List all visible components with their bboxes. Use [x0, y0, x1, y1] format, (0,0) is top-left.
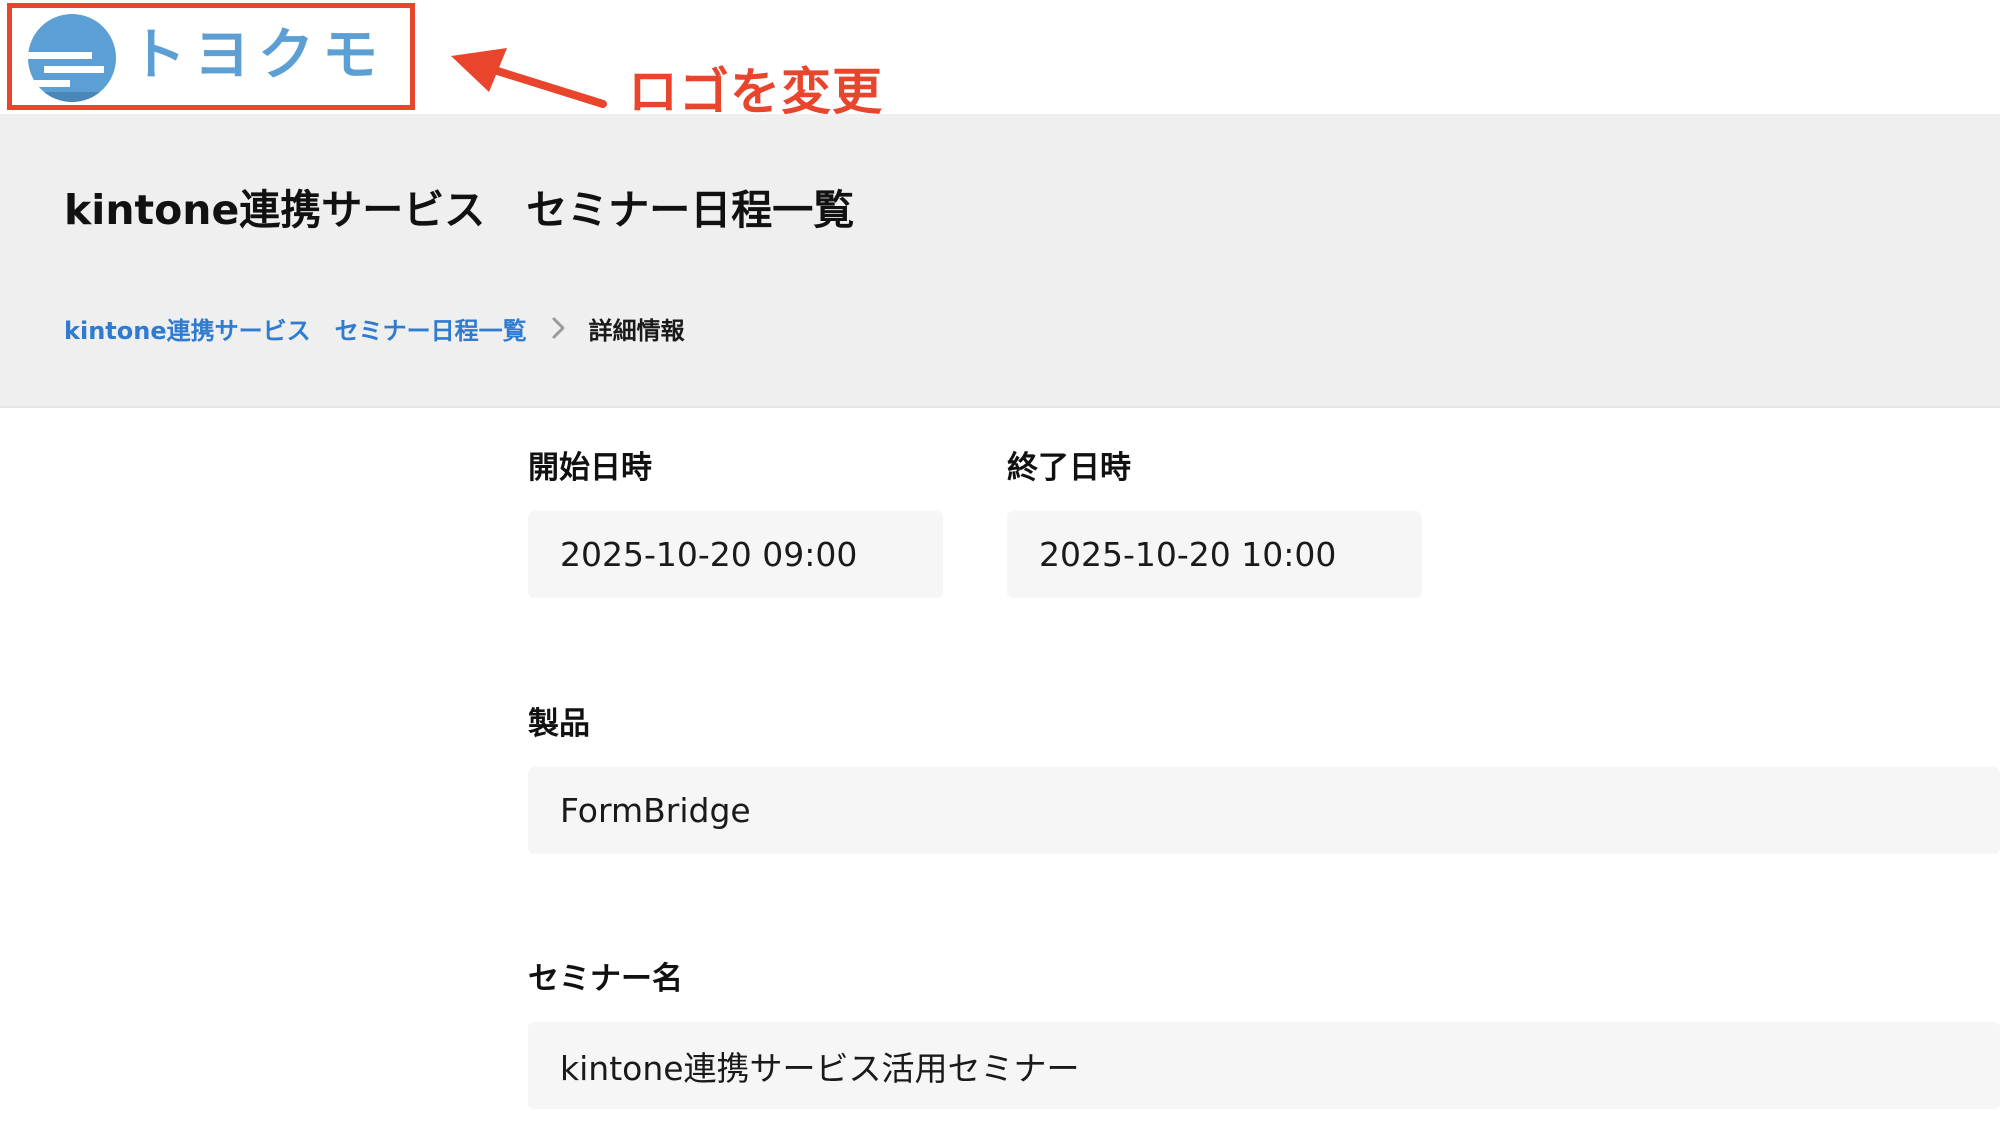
end-datetime-value: 2025-10-20 10:00	[1039, 535, 1337, 574]
product-field: FormBridge	[528, 767, 2000, 854]
product-label: 製品	[528, 706, 590, 742]
start-datetime-value: 2025-10-20 09:00	[560, 535, 858, 574]
logo-mark-icon	[28, 14, 116, 102]
breadcrumb-link-list[interactable]: kintone連携サービス セミナー日程一覧	[64, 311, 527, 346]
breadcrumb: kintone連携サービス セミナー日程一覧 詳細情報	[64, 308, 685, 348]
page-title: kintone連携サービス セミナー日程一覧	[64, 186, 855, 234]
product-value: FormBridge	[560, 791, 751, 830]
end-datetime-field: 2025-10-20 10:00	[1007, 511, 1422, 598]
page-header	[0, 114, 2000, 408]
seminar-name-value: kintone連携サービス活用セミナー	[560, 1048, 1080, 1088]
breadcrumb-current: 詳細情報	[588, 316, 685, 345]
logo-text[interactable]: トヨクモ	[130, 16, 386, 96]
start-datetime-field: 2025-10-20 09:00	[528, 511, 943, 598]
end-datetime-label: 終了日時	[1007, 450, 1131, 486]
start-datetime-label: 開始日時	[528, 450, 652, 486]
annotation-arrow-icon	[451, 48, 607, 108]
chevron-right-icon	[551, 316, 567, 340]
seminar-name-label: セミナー名	[528, 961, 683, 997]
annotation-label: ロゴを変更	[628, 63, 883, 121]
seminar-name-field: kintone連携サービス活用セミナー	[528, 1022, 2000, 1109]
